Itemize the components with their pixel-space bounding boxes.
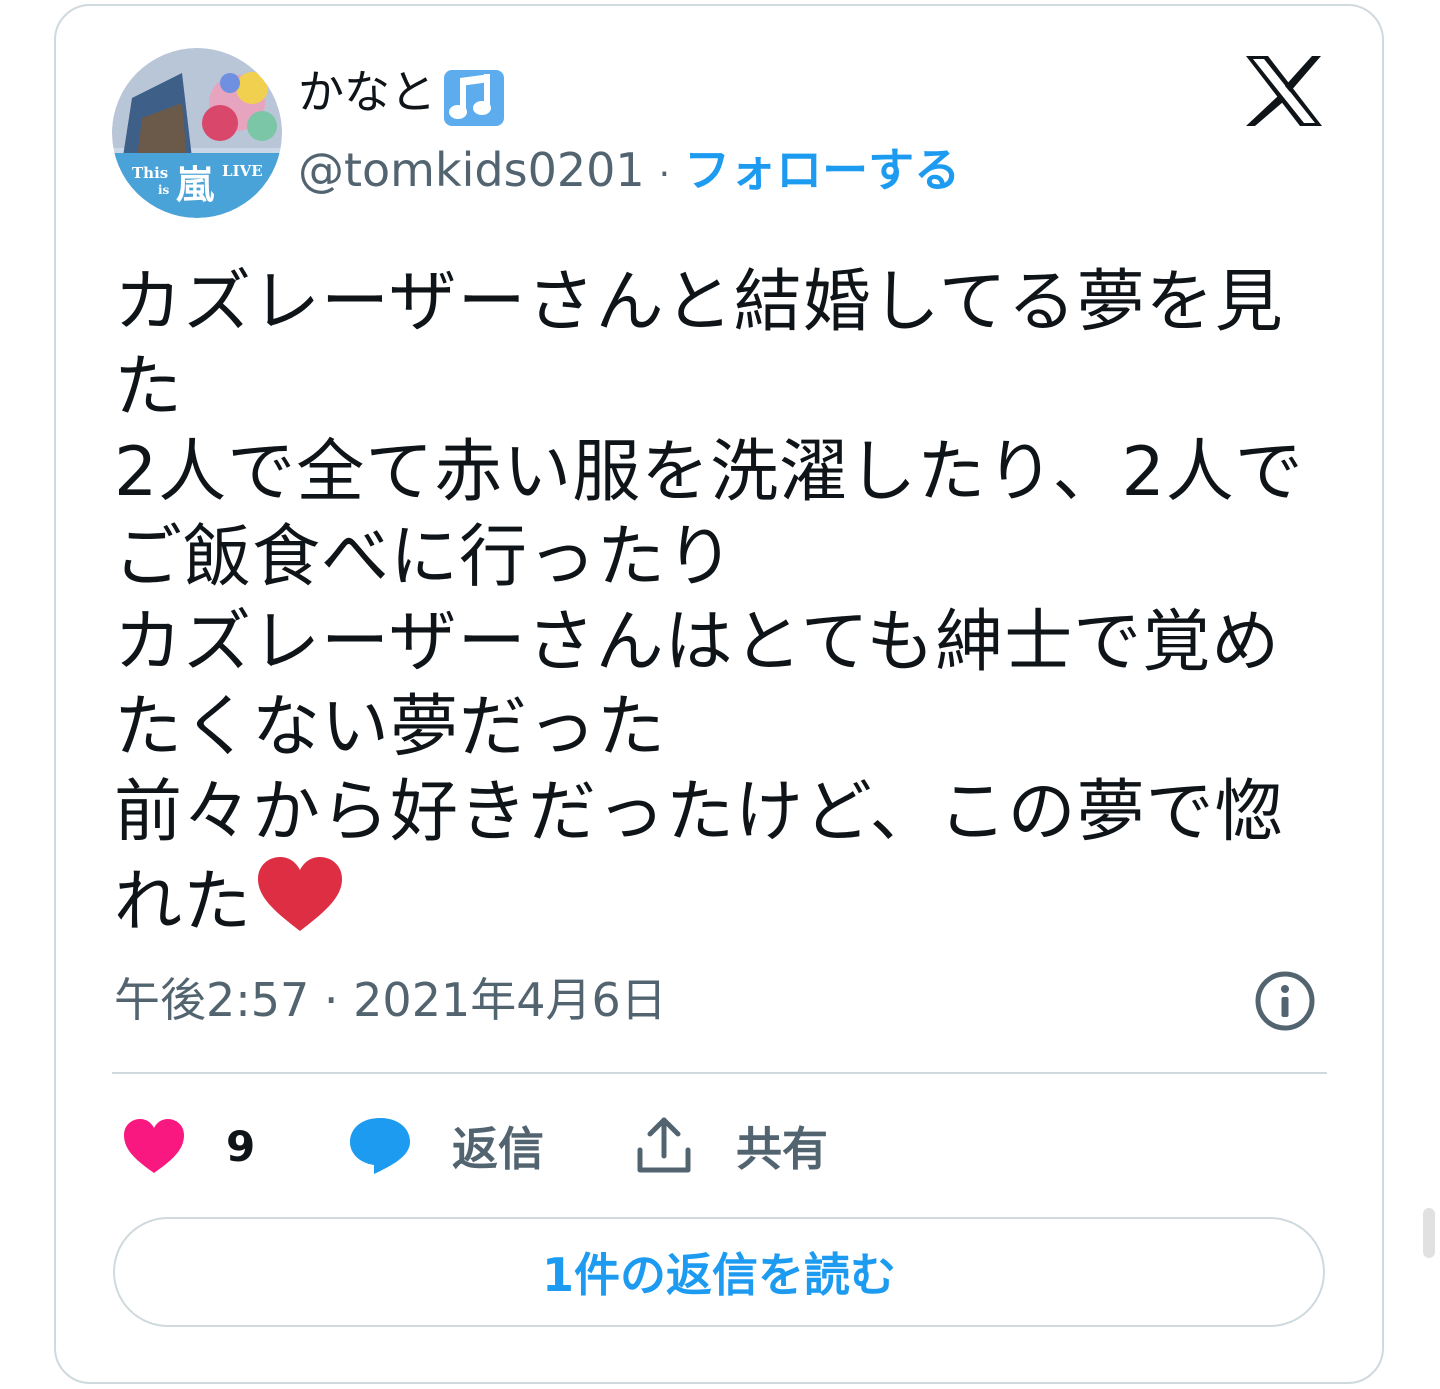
- display-name-row[interactable]: かなと: [298, 60, 508, 128]
- x-logo-icon[interactable]: [1246, 56, 1322, 126]
- svg-text:is: is: [158, 183, 170, 197]
- music-note-icon: [444, 69, 504, 126]
- handle-row: @tomkids0201 · フォローする: [298, 140, 960, 205]
- svg-text:LIVE: LIVE: [222, 162, 263, 180]
- divider: [112, 1072, 1327, 1074]
- separator-dot: ·: [658, 154, 671, 195]
- reply-action[interactable]: 返信: [348, 1108, 544, 1184]
- share-icon: [637, 1117, 691, 1173]
- avatar[interactable]: This is 嵐 LIVE: [112, 48, 282, 218]
- follow-button[interactable]: フォローする: [684, 143, 960, 197]
- share-action[interactable]: 共有: [636, 1108, 828, 1184]
- user-handle[interactable]: @tomkids0201: [298, 143, 645, 197]
- svg-text:嵐: 嵐: [176, 162, 215, 207]
- reply-label: 返信: [452, 1122, 544, 1176]
- red-heart-icon: [258, 857, 343, 931]
- display-name[interactable]: かなと: [298, 65, 436, 119]
- reply-bubble-icon: [350, 1118, 410, 1174]
- tweet-body: カズレーザーさんと結婚してる夢を見た 2人で全て赤い服を洗濯したり、2人でご飯食…: [114, 260, 1334, 945]
- heart-icon: [124, 1119, 184, 1173]
- scrollbar[interactable]: [1423, 1208, 1435, 1258]
- timestamp[interactable]: 午後2:57 · 2021年4月6日: [114, 970, 667, 1030]
- like-count: 9: [226, 1121, 256, 1171]
- avatar-image: This is 嵐 LIVE: [112, 48, 282, 218]
- like-action[interactable]: 9: [122, 1108, 255, 1184]
- share-label: 共有: [736, 1122, 828, 1176]
- info-icon[interactable]: [1254, 970, 1316, 1032]
- tweet-text: カズレーザーさんと結婚してる夢を見た 2人で全て赤い服を洗濯したり、2人でご飯食…: [114, 263, 1304, 942]
- heart-emoji: [252, 857, 344, 942]
- read-replies-label: 1件の返信を読む: [541, 1248, 896, 1302]
- read-replies-button[interactable]: 1件の返信を読む: [113, 1217, 1325, 1327]
- svg-text:This: This: [132, 164, 168, 182]
